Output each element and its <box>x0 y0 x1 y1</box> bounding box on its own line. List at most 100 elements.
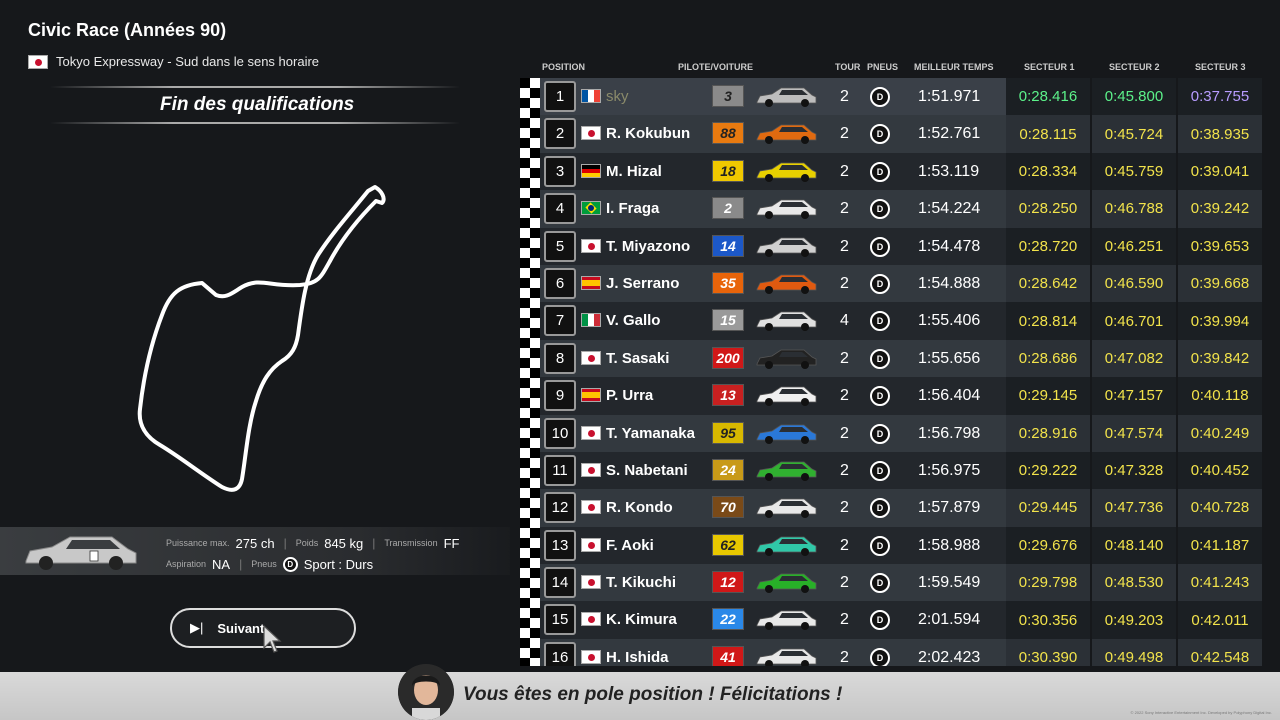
session-status: Fin des qualifications <box>160 94 355 115</box>
best-lap-time: 1:58.988 <box>918 536 981 554</box>
commentator-avatar <box>398 664 454 720</box>
driver-name: K. Kimura <box>606 611 677 629</box>
car-number: 35 <box>712 271 744 294</box>
position-box: 16 <box>544 641 576 666</box>
best-lap-time: 1:56.975 <box>918 461 981 479</box>
driver-name: J. Serrano <box>606 274 680 292</box>
sector-2-time: 0:47.082 <box>1092 339 1176 378</box>
lap-count: 2 <box>840 461 849 479</box>
sector-3-time: 0:39.842 <box>1178 339 1262 378</box>
car-specs: Puissance max. 275 ch | Poids 845 kg | T… <box>166 533 459 575</box>
aspiration-label: Aspiration <box>166 559 207 569</box>
sector-1-time: 0:29.798 <box>1006 564 1090 602</box>
sector-2-time: 0:48.140 <box>1092 526 1176 565</box>
table-row[interactable]: 7 V. Gallo 15 4 D 1:55.406 0:28.814 0:46… <box>540 302 1264 340</box>
driver-name: I. Fraga <box>606 200 660 218</box>
lap-count: 2 <box>840 88 849 105</box>
table-row[interactable]: 5 T. Miyazono 14 2 D 1:54.478 0:28.720 0… <box>540 227 1264 265</box>
car-icon <box>756 87 817 107</box>
car-icon <box>756 386 817 407</box>
driver-name: T. Sasaki <box>606 349 670 367</box>
tyre-compound-icon: D <box>870 236 890 257</box>
table-row[interactable]: 15 K. Kimura 22 2 D 2:01.594 0:30.356 0:… <box>540 601 1264 639</box>
table-row[interactable]: 8 T. Sasaki 200 2 D 1:55.656 0:28.686 0:… <box>540 339 1264 378</box>
header-driver: PILOTE/VOITURE <box>678 62 754 72</box>
track-map <box>137 185 386 492</box>
table-row[interactable]: 12 R. Kondo 70 2 D 1:57.879 0:29.445 0:4… <box>540 489 1264 527</box>
header-sector-2: SECTEUR 2 <box>1109 62 1160 72</box>
sector-1-time: 0:29.222 <box>1006 451 1090 490</box>
position-box: 10 <box>544 417 576 449</box>
sector-3-time: 0:39.994 <box>1178 302 1262 340</box>
position-box: 2 <box>544 118 576 150</box>
table-row[interactable]: 13 F. Aoki 62 2 D 1:58.988 0:29.676 0:48… <box>540 526 1264 565</box>
sector-2-time: 0:46.788 <box>1092 190 1176 228</box>
best-lap-time: 1:52.761 <box>918 125 981 143</box>
results-table: 1 sky 3 2 D 1:51.971 0:28.416 0:45.800 0… <box>540 78 1264 666</box>
sector-1-time: 0:29.676 <box>1006 526 1090 565</box>
sector-2-time: 0:46.701 <box>1092 302 1176 340</box>
best-lap-time: 1:54.478 <box>918 237 981 255</box>
best-lap-time: 1:54.888 <box>918 274 981 292</box>
driver-name: H. Ishida <box>606 648 669 666</box>
lap-count: 2 <box>840 349 849 367</box>
table-row[interactable]: 16 H. Ishida 41 2 D 2:02.423 0:30.390 0:… <box>540 638 1264 666</box>
nationality-flag-icon <box>581 238 601 253</box>
divider: | <box>372 536 376 550</box>
car-number: 62 <box>712 533 744 556</box>
lap-count: 2 <box>840 237 849 255</box>
pointer-cursor-icon <box>263 624 282 653</box>
car-number: 15 <box>712 309 744 332</box>
sector-3-time: 0:39.041 <box>1178 152 1262 191</box>
sector-1-time: 0:30.390 <box>1006 638 1090 666</box>
sector-2-time: 0:47.328 <box>1092 451 1176 490</box>
lap-count: 2 <box>840 499 849 517</box>
position-box: 9 <box>544 380 576 412</box>
header-tyres: PNEUS <box>867 62 899 72</box>
sector-2-time: 0:45.800 <box>1092 78 1176 116</box>
best-lap-time: 1:56.404 <box>918 387 981 405</box>
table-row[interactable]: 11 S. Nabetani 24 2 D 1:56.975 0:29.222 … <box>540 451 1264 490</box>
player-car-image <box>25 536 137 570</box>
table-row[interactable]: 6 J. Serrano 35 2 D 1:54.888 0:28.642 0:… <box>540 264 1264 303</box>
sector-3-time: 0:41.187 <box>1178 526 1262 565</box>
table-row[interactable]: 4 I. Fraga 2 2 D 1:54.224 0:28.250 0:46.… <box>540 190 1264 228</box>
next-button-label: Suivant <box>217 620 265 636</box>
table-row[interactable]: 3 M. Hizal 18 2 D 1:53.119 0:28.334 0:45… <box>540 152 1264 191</box>
table-row[interactable]: 2 R. Kokubun 88 2 D 1:52.761 0:28.115 0:… <box>540 115 1264 153</box>
position-box: 5 <box>544 230 576 262</box>
tyre-compound-icon: D <box>870 573 890 594</box>
table-row[interactable]: 9 P. Urra 13 2 D 1:56.404 0:29.145 0:47.… <box>540 377 1264 415</box>
copyright-text: © 2022 Sony Interactive Entertainment In… <box>1130 710 1272 715</box>
tyres-value: Sport : Durs <box>303 557 374 572</box>
tyre-compound-icon: D <box>870 647 890 666</box>
tyre-compound-icon: D <box>870 386 890 407</box>
car-icon <box>756 536 817 556</box>
car-icon <box>756 199 817 220</box>
divider: | <box>283 536 287 550</box>
sector-3-time: 0:38.935 <box>1178 115 1262 153</box>
tyre-compound-icon: D <box>870 273 890 294</box>
lap-count: 2 <box>840 162 849 180</box>
car-number: 41 <box>712 645 744 666</box>
track-name: Tokyo Expressway - Sud dans le sens hora… <box>56 54 320 69</box>
lap-count: 2 <box>840 387 849 405</box>
best-lap-time: 1:57.879 <box>918 499 981 517</box>
nationality-flag-icon <box>581 425 601 440</box>
table-row[interactable]: 10 T. Yamanaka 95 2 D 1:56.798 0:28.916 … <box>540 414 1264 452</box>
position-box: 11 <box>544 454 576 486</box>
position-box: 3 <box>544 155 576 187</box>
table-row[interactable]: 14 T. Kikuchi 12 2 D 1:59.549 0:29.798 0… <box>540 564 1264 602</box>
nationality-flag-icon <box>581 89 601 103</box>
car-icon <box>756 648 817 666</box>
nationality-flag-icon <box>581 537 601 552</box>
driver-name: P. Urra <box>606 387 654 405</box>
header-best-time: MEILLEUR TEMPS <box>914 62 994 72</box>
car-icon <box>756 498 817 519</box>
lap-count: 2 <box>840 200 849 218</box>
lap-count: 2 <box>840 611 849 629</box>
sector-3-time: 0:39.242 <box>1178 190 1262 228</box>
table-row[interactable]: 1 sky 3 2 D 1:51.971 0:28.416 0:45.800 0… <box>540 78 1264 116</box>
driver-name: R. Kondo <box>606 499 673 517</box>
header-lap: TOUR <box>835 62 861 72</box>
